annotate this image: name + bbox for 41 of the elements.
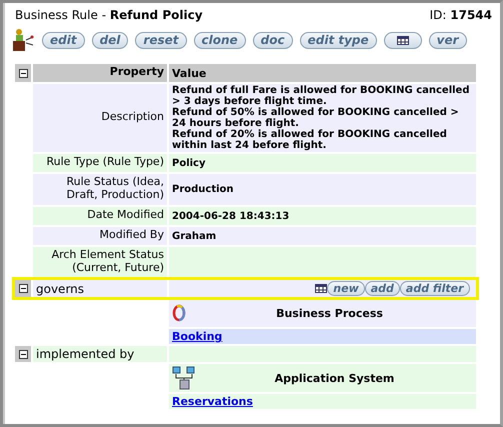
property-value: Policy [172,158,207,168]
person-at-desk-icon [11,28,35,52]
relation-label: implemented by [36,347,134,361]
networked-computers-icon [172,366,196,390]
toolbar-button[interactable]: clone [194,32,246,48]
element-link[interactable]: Booking [172,330,222,343]
table-icon [396,36,409,44]
toolbar-button[interactable]: reset [135,32,186,48]
element-type: Business Process [275,306,384,320]
property-label: Modified By [98,227,165,243]
collapse-icon[interactable] [18,284,28,293]
toolbar-button[interactable]: del [92,32,128,48]
property-value: 2004-06-28 18:43:13 [172,210,290,222]
collapse-icon[interactable] [18,350,28,358]
relation-action-button[interactable]: add [364,281,400,296]
property-label: Date Modified [86,207,165,223]
ring-icon [172,304,186,322]
toolbar-button[interactable]: edit type [300,32,377,48]
page-title: Business Rule - Refund Policy [15,8,203,22]
relation-action-button[interactable]: add filter [400,281,470,296]
property-value: Refund of full Fare is allowed for BOOKING cancelled > 3 days before flight time. [172,85,470,107]
calendar-grid-icon [315,284,328,293]
column-header: Value [169,64,476,82]
table-view-button[interactable] [384,32,422,48]
property-value: Refund of 50% is allowed for BOOKING cancelled > 24 hours before flight. [172,107,460,129]
property-value: Production [172,184,235,195]
property-label: Arch Element Status (Current, Future) [50,247,165,276]
toolbar-button[interactable]: edit [42,32,85,48]
record-id: ID: 17544 [430,8,492,22]
column-header: Property [33,64,167,82]
property-label: Description [100,109,165,125]
property-value: Graham [172,230,218,242]
relation-label: governs [36,282,84,296]
property-label: Rule Type (Rule Type) [46,154,165,170]
element-type: Application System [274,372,396,384]
property-value: Refund of 20% is allowed for BOOKING cancelled within last 24 before flight. [172,129,448,151]
collapse-icon[interactable] [18,68,28,78]
relation-action-button[interactable]: new [327,281,365,296]
property-label: Rule Status (Idea, Draft, Production) [65,174,165,203]
toolbar-button[interactable]: doc [252,32,293,48]
toolbar-button[interactable]: ver [428,32,467,48]
